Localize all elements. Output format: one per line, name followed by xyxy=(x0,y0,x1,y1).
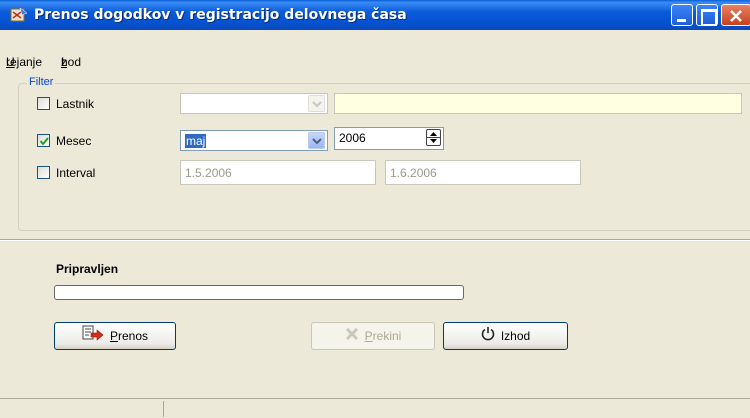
owner-label: Lastnik xyxy=(56,97,95,111)
close-button[interactable] xyxy=(721,4,750,26)
year-spinner[interactable]: 2006 xyxy=(334,127,444,150)
progress-bar xyxy=(54,285,464,300)
owner-dropdown-button[interactable] xyxy=(308,95,325,112)
cancel-button[interactable]: Prekini xyxy=(311,322,435,350)
month-checkbox[interactable] xyxy=(37,134,50,147)
close-icon xyxy=(730,10,742,22)
transfer-button[interactable]: Prenos xyxy=(54,322,176,350)
minimize-button[interactable] xyxy=(671,4,693,26)
status-label: Pripravljen xyxy=(56,262,119,276)
window-title: Prenos dogodkov v registracijo delovnega… xyxy=(34,7,407,23)
year-spin-buttons[interactable] xyxy=(426,129,441,146)
transfer-icon xyxy=(82,324,104,350)
chevron-down-icon xyxy=(312,101,322,107)
chevron-down-icon xyxy=(312,138,322,144)
spin-arrows-icon xyxy=(427,132,440,143)
app-icon xyxy=(10,6,28,24)
separator xyxy=(0,239,750,241)
status-pane xyxy=(163,401,164,417)
owner-name-field[interactable] xyxy=(334,93,742,114)
exit-button[interactable]: Izhod xyxy=(443,322,568,350)
interval-to-field[interactable]: 1.6.2006 xyxy=(385,160,581,185)
checkmark-icon xyxy=(39,137,49,146)
owner-checkbox[interactable] xyxy=(37,97,50,110)
month-dropdown-button[interactable] xyxy=(308,132,325,149)
cancel-icon xyxy=(345,324,359,350)
maximize-button[interactable] xyxy=(696,4,718,26)
interval-from-field[interactable]: 1.5.2006 xyxy=(180,160,376,185)
app-window: Prenos dogodkov v registracijo delovnega… xyxy=(0,0,750,418)
month-combo[interactable]: maj xyxy=(180,130,328,151)
owner-combo[interactable] xyxy=(180,93,328,114)
interval-checkbox[interactable] xyxy=(37,166,50,179)
interval-label: Interval xyxy=(56,166,96,180)
status-bar xyxy=(0,398,750,418)
filter-legend: Filter xyxy=(27,76,56,88)
title-bar[interactable]: Prenos dogodkov v registracijo delovnega… xyxy=(0,0,750,30)
power-icon xyxy=(481,324,495,350)
month-value: maj xyxy=(185,134,207,148)
menu-bar: Urejanje Iz hod xyxy=(6,55,82,69)
year-value: 2006 xyxy=(339,131,366,145)
month-label: Mesec xyxy=(56,134,92,148)
